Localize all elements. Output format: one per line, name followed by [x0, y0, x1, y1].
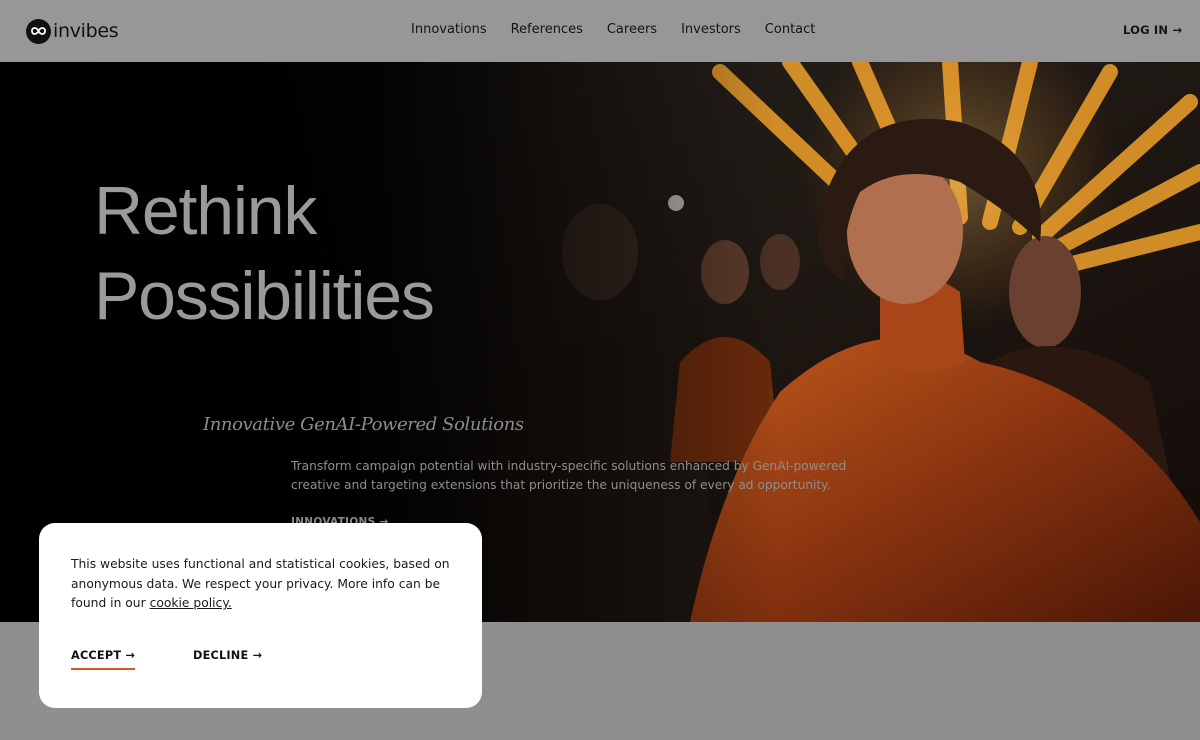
nav-item-contact[interactable]: Contact — [765, 22, 816, 37]
cookie-message: This website uses functional and statist… — [71, 555, 451, 614]
infinity-logo-icon — [26, 18, 51, 44]
cookie-message-text: This website uses functional and statist… — [71, 557, 450, 610]
nav-item-innovations[interactable]: Innovations — [411, 22, 487, 37]
login-link[interactable]: LOG IN → — [1123, 23, 1182, 37]
hero-description: Transform campaign potential with indust… — [291, 459, 847, 492]
cookie-consent-dialog: This website uses functional and statist… — [39, 523, 482, 708]
cookie-policy-link[interactable]: cookie policy. — [150, 596, 232, 610]
decline-button[interactable]: DECLINE → — [193, 649, 262, 668]
hero-subtitle: Innovative GenAI-Powered Solutions — [203, 414, 524, 435]
site-header: invibes Innovations References Careers I… — [0, 0, 1200, 62]
hero-headline-line-2: Possibilities — [94, 258, 435, 334]
hero-headline-line-1: Rethink — [94, 173, 317, 249]
nav-item-investors[interactable]: Investors — [681, 22, 741, 37]
main-nav: Innovations References Careers Investors… — [411, 22, 839, 37]
brand-logo[interactable]: invibes — [26, 17, 119, 45]
brand-name: invibes — [53, 20, 119, 42]
nav-item-references[interactable]: References — [511, 22, 583, 37]
accept-button[interactable]: ACCEPT → — [71, 649, 136, 670]
nav-item-careers[interactable]: Careers — [607, 22, 657, 37]
